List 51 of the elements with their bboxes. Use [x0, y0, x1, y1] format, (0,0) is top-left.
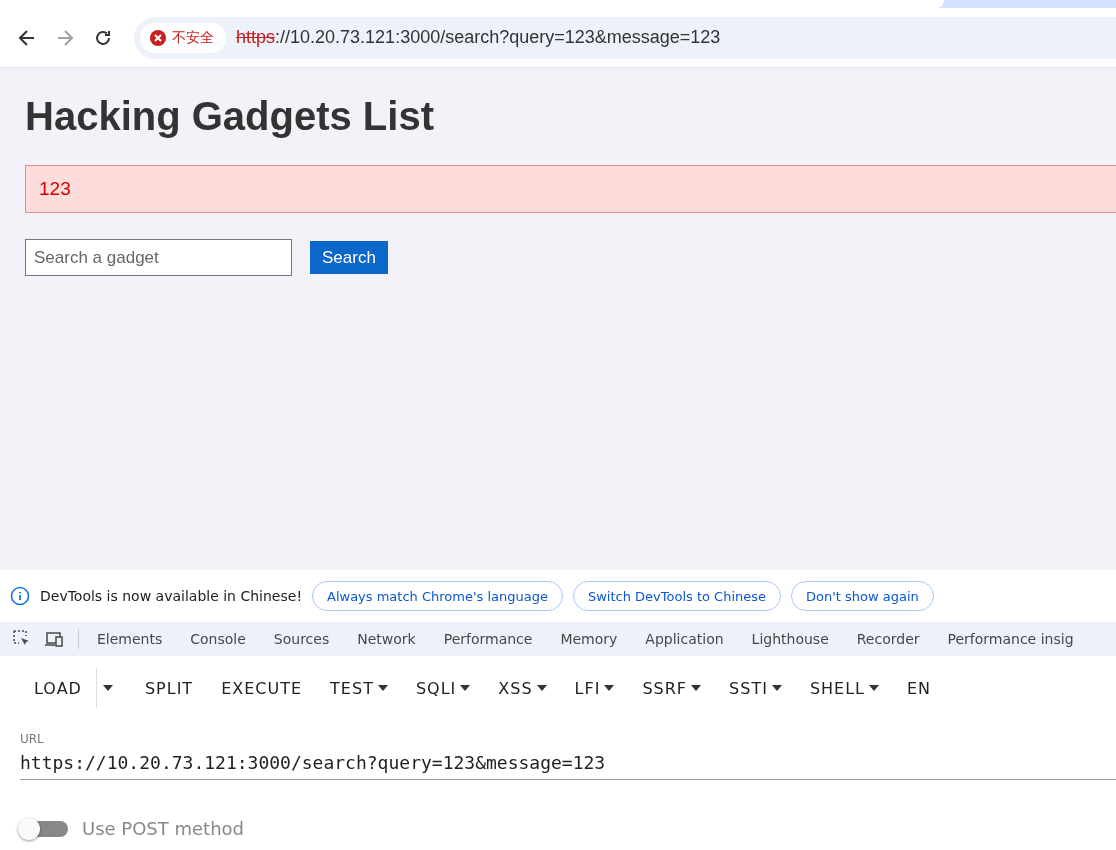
- devtools-tab[interactable]: Lighthouse: [737, 622, 843, 656]
- toolbar-button[interactable]: EXECUTE: [207, 670, 317, 706]
- caret-icon: [691, 685, 702, 691]
- reload-icon: [94, 28, 112, 47]
- devtools-tab[interactable]: Application: [631, 622, 738, 656]
- toolbar-button[interactable]: EN: [893, 670, 946, 706]
- message-alert: 123: [25, 165, 1116, 213]
- infobar-button[interactable]: Switch DevTools to Chinese: [572, 581, 782, 611]
- forward-arrow-icon: [56, 28, 74, 47]
- url-field[interactable]: URL https://10.20.73.121:3000/search?query=123&message=123: [20, 720, 1116, 780]
- url-label: URL: [20, 732, 45, 746]
- search-button[interactable]: Search: [310, 241, 388, 274]
- post-toggle[interactable]: [20, 820, 68, 837]
- infobar-button[interactable]: Always match Chrome's language: [312, 581, 563, 611]
- menu-button[interactable]: TEST: [316, 670, 402, 706]
- devtools-tab[interactable]: Memory: [546, 622, 632, 656]
- caret-icon: [771, 685, 782, 691]
- caret-icon: [377, 685, 388, 691]
- menu-button[interactable]: XSS: [484, 670, 561, 706]
- page-title: Hacking Gadgets List: [25, 94, 435, 139]
- security-chip[interactable]: 不安全: [140, 22, 226, 53]
- warning-icon: [150, 29, 166, 46]
- caret-icon: [536, 685, 547, 691]
- menu-button[interactable]: SSTI: [715, 670, 796, 706]
- devtools-tab[interactable]: Elements: [83, 622, 177, 656]
- menu-button[interactable]: SQLI: [401, 670, 485, 706]
- info-icon: [10, 586, 30, 606]
- caret-icon: [604, 685, 615, 691]
- devtools-tab[interactable]: Network: [343, 622, 430, 656]
- caret-icon: [869, 685, 879, 691]
- devtools-tab[interactable]: Console: [176, 622, 260, 656]
- address-bar[interactable]: 不安全 https://10.20.73.121:3000/search?query=123&message=123: [134, 16, 1116, 59]
- menu-button[interactable]: LFI: [560, 670, 629, 706]
- devtools-tab[interactable]: Performance insig: [933, 622, 1088, 656]
- menu-button[interactable]: SHELL: [795, 670, 893, 706]
- infobar-message: DevTools is now available in Chinese!: [40, 588, 302, 604]
- caret-icon: [460, 685, 471, 691]
- devtools-tab[interactable]: Performance: [429, 622, 547, 656]
- toolbar-button[interactable]: SPLIT: [130, 670, 208, 706]
- devtools-tab[interactable]: Recorder: [842, 622, 934, 656]
- caret-icon: [102, 685, 113, 691]
- devtools-tab[interactable]: Sources: [259, 622, 344, 656]
- menu-button[interactable]: SSRF: [628, 670, 716, 706]
- security-label: 不安全: [172, 28, 214, 47]
- toolbar-button[interactable]: LOAD: [20, 670, 96, 706]
- url-value: https://10.20.73.121:3000/search?query=123&message=123: [20, 752, 607, 773]
- infobar-button[interactable]: Don't show again: [791, 581, 934, 611]
- toggle-label: Use POST method: [82, 818, 245, 839]
- back-arrow-icon: [18, 28, 36, 47]
- address-text: https://10.20.73.121:3000/search?query=123&message=123: [236, 27, 721, 48]
- search-field[interactable]: Search a gadget: [25, 239, 292, 276]
